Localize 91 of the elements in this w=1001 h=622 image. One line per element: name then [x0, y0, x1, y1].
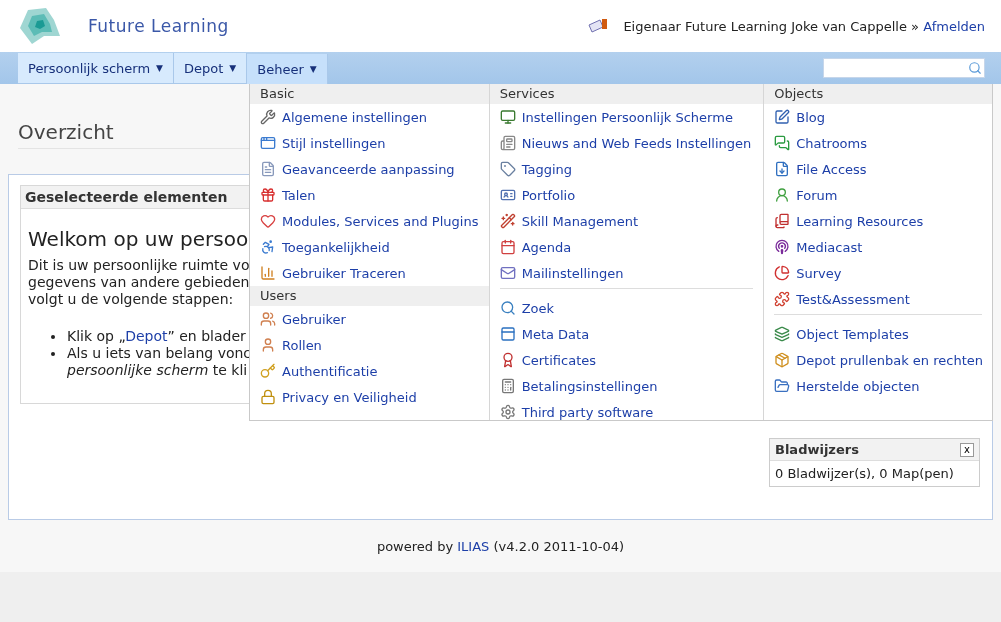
download-icon — [774, 161, 791, 177]
menu-item[interactable]: Test&Assessment — [764, 286, 992, 312]
intro-text: gegevens van andere gebieden — [28, 274, 250, 291]
calculator-icon — [499, 378, 516, 394]
mail-icon[interactable] — [588, 19, 608, 33]
menu-item[interactable]: Chatrooms — [764, 130, 992, 156]
menu-item[interactable]: Gebruiker — [250, 306, 489, 332]
wand-icon — [499, 213, 516, 229]
templates-icon — [774, 326, 791, 342]
menu-item[interactable]: Geavanceerde aanpassing — [250, 156, 489, 182]
welcome-heading: Welkom op uw persoo — [28, 227, 249, 251]
users-icon — [260, 311, 276, 327]
step-text: Klik op „ — [67, 328, 126, 344]
window-icon — [499, 326, 516, 342]
pencil-icon — [774, 109, 791, 125]
bookmarks-title: Bladwijzers — [775, 442, 859, 457]
envelope-icon — [499, 265, 516, 281]
menu-tab[interactable]: Beheer ▼ — [247, 54, 328, 84]
menu-item[interactable]: Agenda — [489, 234, 764, 260]
menu-tab[interactable]: Depot ▼ — [174, 53, 248, 84]
menu-item[interactable]: Privacy en Veiligheid — [250, 384, 489, 410]
tag-icon — [499, 161, 516, 177]
intro-text: Dit is uw persoonlijke ruimte vo — [28, 257, 250, 274]
section-header: Basic — [250, 84, 489, 104]
monitor-icon — [499, 109, 516, 125]
menu-item[interactable]: Authentificatie — [250, 358, 489, 384]
menu-item[interactable]: Learning Resources — [764, 208, 992, 234]
menu-item[interactable]: Certificates — [489, 347, 764, 373]
user-icon — [774, 187, 791, 203]
gift-icon — [260, 187, 276, 203]
menu-item[interactable]: Object Templates — [764, 321, 992, 347]
window-icon — [260, 135, 276, 151]
footer-text: powered by — [376, 538, 454, 554]
user-info: Eigenaar Future Learning Joke van Cappelle » — [623, 18, 920, 34]
logo-icon — [18, 6, 62, 46]
menu-item[interactable]: Nieuws and Web Feeds Instellingen — [489, 130, 764, 156]
menu-item[interactable]: Betalingsinstellingen — [489, 373, 764, 399]
search-icon[interactable] — [968, 61, 982, 75]
broadcast-icon — [774, 239, 791, 255]
menu-item[interactable]: Herstelde objecten — [764, 373, 992, 399]
menu-item[interactable]: Third party software — [489, 399, 764, 425]
menu-item[interactable]: Depot prullenbak en rechten — [764, 347, 992, 373]
bullet-icon — [51, 352, 55, 356]
bullet-icon — [51, 335, 55, 339]
folder-icon — [774, 378, 791, 394]
menu-item[interactable]: Tagging — [489, 156, 764, 182]
menu-item[interactable]: Blog — [764, 104, 992, 130]
intro-text: volgt u de volgende stappen: — [28, 291, 234, 308]
newspaper-icon — [499, 135, 516, 151]
section-header: Services — [489, 84, 764, 104]
calendar-icon — [499, 239, 516, 255]
step-text: Als u iets van belang vonc — [67, 345, 252, 362]
ilias-link[interactable]: ILIAS — [457, 538, 490, 554]
search-icon — [499, 300, 516, 316]
tools-icon — [260, 109, 276, 125]
section-header: Users — [250, 286, 489, 306]
wheelchair-icon — [260, 239, 276, 255]
version-text: (v4.2.0 2011-10-04) — [493, 538, 625, 554]
chart-icon — [260, 265, 276, 281]
lock-icon — [260, 389, 276, 405]
menu-item[interactable]: Zoek — [489, 295, 764, 321]
gear-icon — [499, 404, 516, 420]
site-title: Future Learning — [88, 16, 229, 36]
depot-link[interactable]: Depot — [125, 328, 168, 344]
logout-link[interactable]: Afmelden — [923, 18, 985, 34]
chat-icon — [774, 135, 791, 151]
menu-item[interactable]: Meta Data — [489, 321, 764, 347]
menu-item[interactable]: Rollen — [250, 332, 489, 358]
id-card-icon — [499, 187, 516, 203]
menu-tab[interactable]: Persoonlijk scherm ▼ — [18, 53, 174, 84]
menu-item[interactable]: Gebruiker Traceren — [250, 260, 489, 286]
menu-item[interactable]: Skill Management — [489, 208, 764, 234]
close-button[interactable]: x — [960, 442, 974, 457]
key-icon — [260, 363, 276, 379]
search-field[interactable] — [823, 58, 985, 78]
menu-item[interactable]: Toegankelijkheid — [250, 234, 489, 260]
menu-item[interactable]: File Access — [764, 156, 992, 182]
box-icon — [774, 352, 791, 368]
menu-item[interactable]: Modules, Services and Plugins — [250, 208, 489, 234]
pie-chart-icon — [774, 265, 791, 281]
document-icon — [260, 161, 276, 177]
menu-item[interactable]: Instellingen Persoonlijk Scherme — [489, 104, 764, 130]
user-icon — [260, 337, 276, 353]
puzzle-icon — [774, 291, 791, 307]
bookmarks-summary: 0 Bladwijzer(s), 0 Map(pen) — [774, 465, 955, 483]
step-text: persoonlijke scherm te kli — [67, 362, 248, 379]
section-header: Objects — [764, 84, 992, 104]
step-text: ” en blader — [167, 328, 246, 344]
menu-item[interactable]: Mailinstellingen — [489, 260, 764, 286]
menu-item[interactable]: Mediacast — [764, 234, 992, 260]
menu-item[interactable]: Survey — [764, 260, 992, 286]
